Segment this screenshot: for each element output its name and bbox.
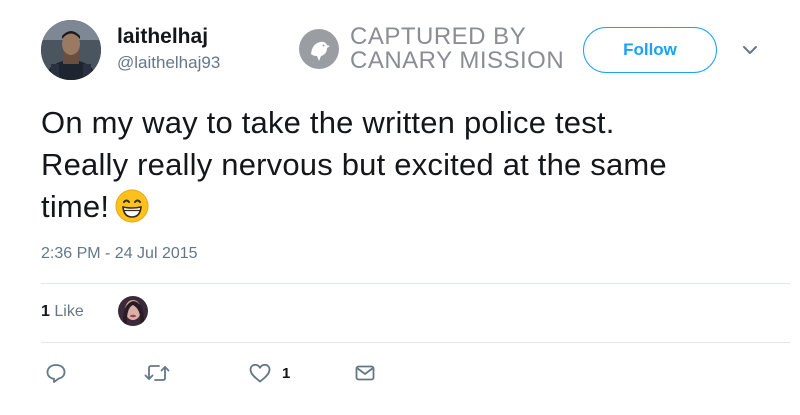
tweet-text-line1: On my way to take the written police tes… <box>41 105 615 140</box>
liker-avatar[interactable] <box>118 296 148 326</box>
divider-top <box>41 283 790 284</box>
author-handle: @laithelhaj93 <box>117 53 221 72</box>
tweet-text-line3: time! <box>41 186 781 234</box>
tweet-text-line3-words: time! <box>41 189 110 224</box>
grinning-emoji-icon <box>115 189 149 234</box>
heart-icon <box>249 363 271 383</box>
tweet-text-line2: Really really nervous but excited at the… <box>41 147 667 182</box>
author-display-name[interactable]: laithelhaj <box>117 25 208 49</box>
tweet-text: On my way to take the written police tes… <box>41 102 781 234</box>
tweet-timestamp[interactable]: 2:36 PM - 24 Jul 2015 <box>41 245 198 263</box>
watermark-line1: CAPTURED BY <box>350 23 527 50</box>
chevron-down-icon[interactable] <box>739 40 761 60</box>
follow-button[interactable]: Follow <box>583 27 717 73</box>
direct-message-button[interactable] <box>354 362 376 384</box>
retweet-button[interactable] <box>144 362 170 384</box>
reply-icon <box>46 364 66 383</box>
envelope-icon <box>355 365 375 381</box>
author-avatar[interactable] <box>41 20 101 80</box>
likes-number: 1 <box>41 303 50 320</box>
likes-word: Like <box>54 303 84 320</box>
canary-bird-icon <box>299 29 339 69</box>
like-button[interactable]: 1 <box>248 362 290 384</box>
retweet-icon <box>144 365 170 381</box>
watermark-line2: CANARY MISSION <box>350 47 565 74</box>
reply-button[interactable] <box>45 362 67 384</box>
likes-count[interactable]: 1 Like <box>41 303 84 321</box>
divider-bottom <box>41 342 790 343</box>
watermark: CAPTURED BY CANARY MISSION <box>298 24 564 74</box>
like-count: 1 <box>282 364 291 382</box>
